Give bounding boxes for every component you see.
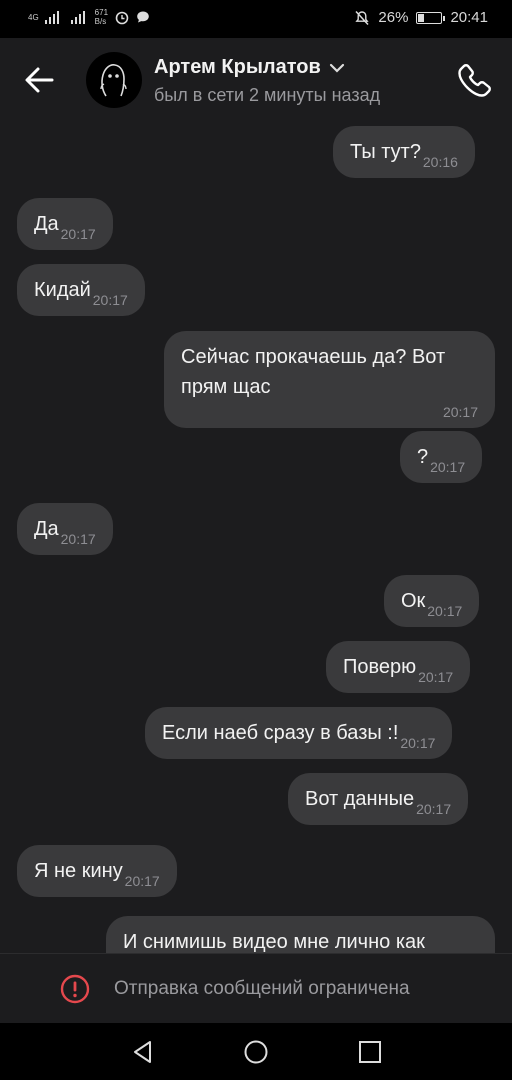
signal-icon — [44, 10, 59, 24]
nav-back-button[interactable] — [130, 1039, 156, 1065]
last-seen-status: был в сети 2 минуты назад — [154, 85, 381, 105]
nav-recents-button[interactable] — [357, 1039, 383, 1065]
message-text: Ок — [401, 590, 426, 612]
avatar[interactable] — [86, 52, 142, 108]
message-bubble-outgoing[interactable]: Поверю 20:17 — [326, 641, 471, 693]
chat-header: Артем Крылатов был в сети 2 минуты назад — [0, 38, 512, 124]
clock: 20:41 — [450, 9, 488, 26]
message-time: 20:16 — [422, 154, 458, 170]
message-time: 20:17 — [418, 669, 454, 685]
back-button[interactable] — [22, 64, 58, 96]
message-text: Если наеб сразу в базы :! — [162, 722, 399, 744]
status-right: 26% 20:41 — [354, 9, 488, 26]
message-text: Я не кину — [34, 860, 123, 882]
triangle-back-icon — [134, 1041, 151, 1063]
contact-name: Артем Крылатов — [154, 56, 321, 78]
message-icon — [137, 11, 149, 23]
message-bubble-incoming[interactable]: Да 20:17 — [17, 198, 113, 250]
message-restriction-bar: Отправка сообщений ограничена — [0, 953, 512, 1024]
exclamation-circle-icon — [60, 974, 90, 1004]
message-time: 20:17 — [400, 735, 436, 751]
phone-icon — [458, 64, 491, 97]
message-time: 20:17 — [92, 292, 128, 308]
circle-home-icon — [244, 1040, 268, 1064]
message-time: 20:17 — [60, 226, 96, 242]
message-time: 20:17 — [124, 873, 160, 889]
message-bubble-outgoing[interactable]: Вот данные 20:17 — [288, 773, 469, 825]
status-bar: 4G 671 B/s 26% 20:41 — [0, 0, 512, 38]
ghost-avatar-icon — [100, 64, 127, 97]
restriction-text: Отправка сообщений ограничена — [114, 978, 410, 999]
status-left: 4G 671 B/s — [28, 8, 150, 26]
network-speed: 671 B/s — [95, 8, 108, 26]
battery-percent: 26% — [378, 9, 409, 26]
speed-unit: B/s — [94, 17, 107, 26]
message-time: 20:17 — [416, 801, 452, 817]
network-type: 4G — [28, 12, 39, 22]
mute-icon — [355, 10, 370, 25]
speed-value: 671 — [94, 8, 109, 17]
message-text: Вот данные — [305, 788, 415, 810]
system-navigation-bar — [0, 1023, 512, 1080]
message-bubble-outgoing[interactable]: Если наеб сразу в базы :! 20:17 — [145, 707, 453, 759]
message-text: Да — [34, 213, 59, 235]
message-time: 20:17 — [442, 404, 478, 420]
message-text: Да — [34, 518, 59, 540]
call-button[interactable] — [454, 60, 494, 100]
arrow-left-icon — [25, 67, 54, 93]
message-bubble-incoming[interactable]: Я не кину 20:17 — [17, 845, 177, 897]
message-text: Ты тут? — [350, 141, 421, 163]
message-bubble-outgoing[interactable]: Сейчас прокачаешь да? Вот прям щас 20:17 — [164, 331, 495, 428]
message-bubble-incoming[interactable]: Кидай 20:17 — [17, 264, 145, 316]
message-time: 20:17 — [427, 603, 463, 619]
message-text: ? — [417, 446, 429, 468]
signal-icon-2 — [70, 10, 85, 24]
message-text: Кидай — [34, 279, 91, 301]
alarm-icon — [115, 11, 129, 25]
message-bubble-outgoing[interactable]: Ты тут? 20:16 — [333, 126, 475, 178]
battery-icon — [416, 11, 446, 24]
message-text: Сейчас прокачаешь да? Вот прям щас — [181, 346, 446, 398]
message-text: Поверю — [343, 656, 417, 678]
square-recents-icon — [359, 1041, 381, 1063]
nav-home-button[interactable] — [243, 1039, 269, 1065]
message-bubble-incoming[interactable]: Да 20:17 — [17, 503, 113, 555]
message-time: 20:17 — [60, 531, 96, 547]
message-time: 20:17 — [430, 459, 466, 475]
message-bubble-outgoing[interactable]: Ок 20:17 — [384, 575, 480, 627]
chevron-down-icon — [329, 63, 344, 73]
contact-title[interactable]: Артем Крылатов — [154, 56, 345, 79]
message-bubble-outgoing[interactable]: ? 20:17 — [400, 431, 483, 483]
